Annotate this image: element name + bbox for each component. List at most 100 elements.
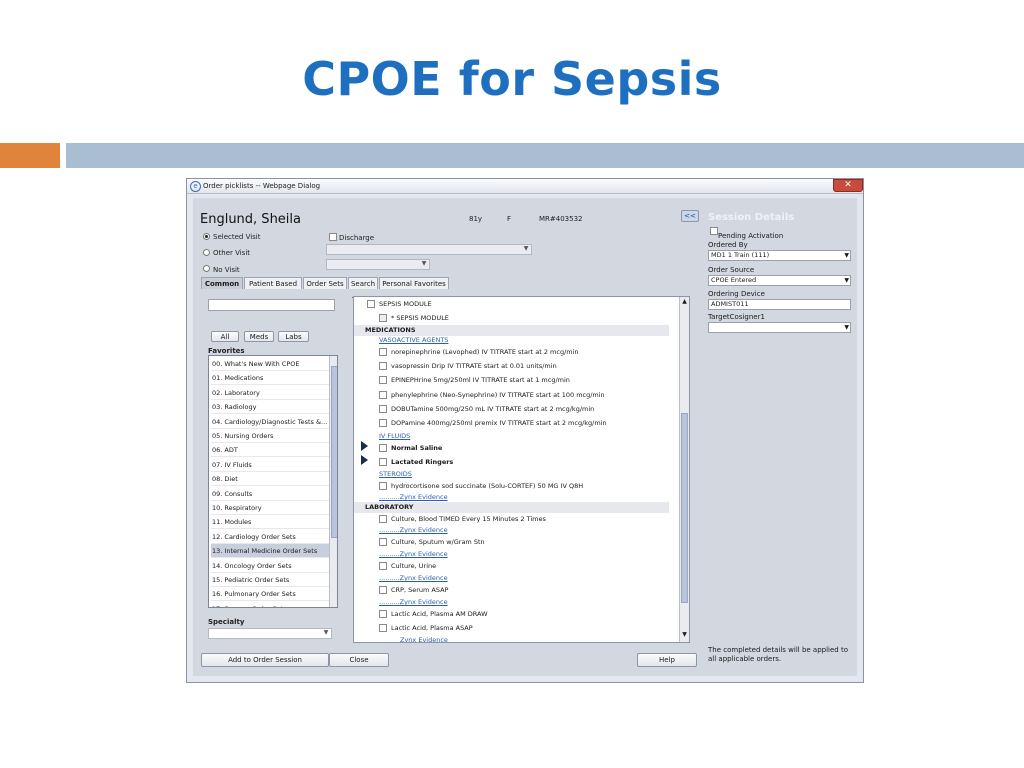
favorites-list-item[interactable]: 05. Nursing Orders — [211, 429, 329, 443]
list-item[interactable]: Lactic Acid, Plasma AM DRAW — [379, 609, 488, 620]
add-to-order-session-button[interactable]: Add to Order Session — [201, 653, 329, 667]
zynx-evidence-link[interactable]: Zynx Evidence — [400, 635, 448, 642]
list-item[interactable]: CRP, Serum ASAP — [379, 585, 448, 596]
close-button[interactable]: Close — [329, 653, 389, 667]
order-checkbox[interactable] — [379, 538, 387, 546]
scroll-up-icon[interactable]: ▲ — [681, 298, 688, 306]
order-checkbox[interactable] — [379, 348, 387, 356]
ordered-by-dropdown[interactable]: MD1 1 Train (111) ▼ — [708, 250, 851, 261]
order-checkbox[interactable] — [379, 362, 387, 370]
list-item[interactable]: Normal Saline — [379, 443, 442, 454]
no-visit-dropdown[interactable]: ▼ — [326, 259, 430, 270]
orders-scroll-thumb[interactable] — [681, 413, 688, 603]
order-checkbox[interactable] — [379, 391, 387, 399]
favorites-scroll-thumb[interactable] — [331, 366, 337, 538]
zynx-evidence-link[interactable]: ..........Zynx Evidence — [379, 525, 448, 536]
selected-visit-radio[interactable] — [203, 233, 210, 240]
list-item[interactable]: SEPSIS MODULE — [367, 299, 432, 310]
list-item[interactable]: DOBUTamine 500mg/250 mL IV TITRATE start… — [379, 404, 594, 415]
list-item[interactable]: DOPamine 400mg/250ml premix IV TITRATE s… — [379, 418, 607, 429]
order-checkbox[interactable] — [379, 458, 387, 466]
favorites-scrollbar[interactable] — [329, 356, 337, 607]
order-label: DOBUTamine 500mg/250 mL IV TITRATE start… — [391, 405, 595, 413]
favorites-list-item[interactable]: 04. Cardiology/Diagnostic Tests &... — [211, 415, 329, 429]
tab-common[interactable]: Common — [201, 277, 243, 289]
dialog-titlebar[interactable]: e Order picklists -- Webpage Dialog — [187, 179, 863, 194]
order-checkbox[interactable] — [379, 405, 387, 413]
close-icon[interactable]: ✕ — [833, 179, 863, 192]
favorites-list-item[interactable]: 17. Surgery Order Sets — [211, 602, 329, 607]
order-checkbox[interactable] — [379, 624, 387, 632]
favorites-list-item[interactable]: 13. Internal Medicine Order Sets — [211, 544, 329, 559]
order-checkbox[interactable] — [379, 515, 387, 523]
tab-order-sets[interactable]: Order Sets — [303, 277, 347, 289]
favorites-list-item[interactable]: 08. Diet — [211, 472, 329, 487]
favorites-list-item[interactable]: 16. Pulmonary Order Sets — [211, 587, 329, 602]
scroll-down-icon[interactable]: ▼ — [681, 631, 688, 639]
help-button[interactable]: Help — [637, 653, 697, 667]
category-link[interactable]: STEROIDS — [379, 469, 412, 480]
order-source-dropdown[interactable]: CPOE Entered ▼ — [708, 275, 851, 286]
favorites-list-item[interactable]: 07. IV Fluids — [211, 458, 329, 472]
order-checkbox[interactable] — [379, 444, 387, 452]
favorites-search-input[interactable] — [208, 299, 335, 311]
list-item[interactable]: phenylephrine (Neo-Synephrine) IV TITRAT… — [379, 390, 605, 401]
list-item[interactable]: norepinephrine (Levophed) IV TITRATE sta… — [379, 347, 579, 358]
other-visit-dropdown[interactable]: ▼ — [326, 244, 532, 255]
order-label: Culture, Sputum w/Gram Stn — [391, 538, 485, 546]
ordering-device-input[interactable]: ADMIST011 — [708, 299, 851, 310]
expand-arrow-icon[interactable] — [361, 441, 368, 451]
favorites-list-item[interactable]: 01. Medications — [211, 371, 329, 386]
favorites-list-item[interactable]: 14. Oncology Order Sets — [211, 559, 329, 573]
zynx-evidence-link[interactable]: ..........Zynx Evidence — [379, 573, 448, 584]
favorites-list-item[interactable]: 15. Pediatric Order Sets — [211, 573, 329, 587]
list-item[interactable]: * SEPSIS MODULE — [379, 313, 449, 324]
collapse-session-button[interactable]: << — [681, 210, 699, 222]
order-label: norepinephrine (Levophed) IV TITRATE sta… — [391, 348, 579, 356]
expand-arrow-icon[interactable] — [361, 455, 368, 465]
favorites-list-item[interactable]: 10. Respiratory — [211, 501, 329, 515]
order-checkbox[interactable] — [379, 419, 387, 427]
favorites-list[interactable]: 00. What's New With CPOE 01. Medications 0… — [208, 355, 338, 608]
orders-scrollbar[interactable]: ▲ ▼ — [679, 297, 689, 642]
target-cosigner-label: TargetCosigner1 — [708, 313, 765, 321]
category-link[interactable]: VASOACTIVE AGENTS — [379, 335, 448, 346]
zynx-evidence-link[interactable]: ..........Zynx Evidence — [379, 549, 448, 560]
zynx-evidence-link[interactable]: ..........Zynx Evidence — [379, 597, 448, 608]
specialty-dropdown[interactable]: ▼ — [208, 628, 332, 639]
list-item[interactable]: EPINEPHrine 5mg/250ml IV TITRATE start a… — [379, 375, 570, 386]
list-item[interactable]: vasopressin Drip IV TITRATE start at 0.0… — [379, 361, 557, 372]
tab-patient-based[interactable]: Patient Based — [244, 277, 302, 289]
target-cosigner-dropdown[interactable]: ▼ — [708, 322, 851, 333]
list-item[interactable]: Culture, Urine — [379, 561, 436, 572]
list-item[interactable]: Culture, Blood TIMED Every 15 Minutes 2 … — [379, 514, 546, 525]
list-item[interactable]: hydrocortisone sod succinate (Solu-CORTE… — [379, 481, 583, 492]
list-item[interactable]: Culture, Sputum w/Gram Stn — [379, 537, 485, 548]
filter-labs-button[interactable]: Labs — [278, 331, 309, 342]
filter-all-button[interactable]: All — [211, 331, 239, 342]
favorites-list-item[interactable]: 09. Consults — [211, 487, 329, 501]
filter-meds-button[interactable]: Meds — [244, 331, 274, 342]
category-link[interactable]: IV FLUIDS — [379, 431, 410, 442]
favorites-list-item[interactable]: 12. Cardiology Order Sets — [211, 530, 329, 544]
favorites-list-item[interactable]: 11. Modules — [211, 515, 329, 530]
pending-activation-checkbox[interactable] — [710, 227, 718, 235]
no-visit-radio[interactable] — [203, 265, 210, 272]
list-item[interactable]: Lactated Ringers — [379, 457, 453, 468]
order-checkbox[interactable] — [379, 586, 387, 594]
favorites-list-item[interactable]: 02. Laboratory — [211, 386, 329, 400]
order-checkbox[interactable] — [379, 562, 387, 570]
favorites-list-item[interactable]: 03. Radiology — [211, 400, 329, 415]
list-item[interactable]: Lactic Acid, Plasma ASAP — [379, 623, 473, 634]
favorites-list-item[interactable]: 00. What's New With CPOE — [211, 357, 329, 371]
other-visit-radio[interactable] — [203, 249, 210, 256]
discharge-checkbox[interactable] — [329, 233, 337, 241]
tab-search[interactable]: Search — [348, 277, 378, 289]
sepsis-module-header-checkbox[interactable] — [367, 300, 375, 308]
favorites-list-item[interactable]: 06. ADT — [211, 443, 329, 458]
order-checkbox[interactable] — [379, 482, 387, 490]
order-checkbox[interactable] — [379, 376, 387, 384]
order-checkbox[interactable] — [379, 610, 387, 618]
tab-personal-favorites[interactable]: Personal Favorites — [379, 277, 449, 289]
sepsis-module-checkbox[interactable] — [379, 314, 387, 322]
